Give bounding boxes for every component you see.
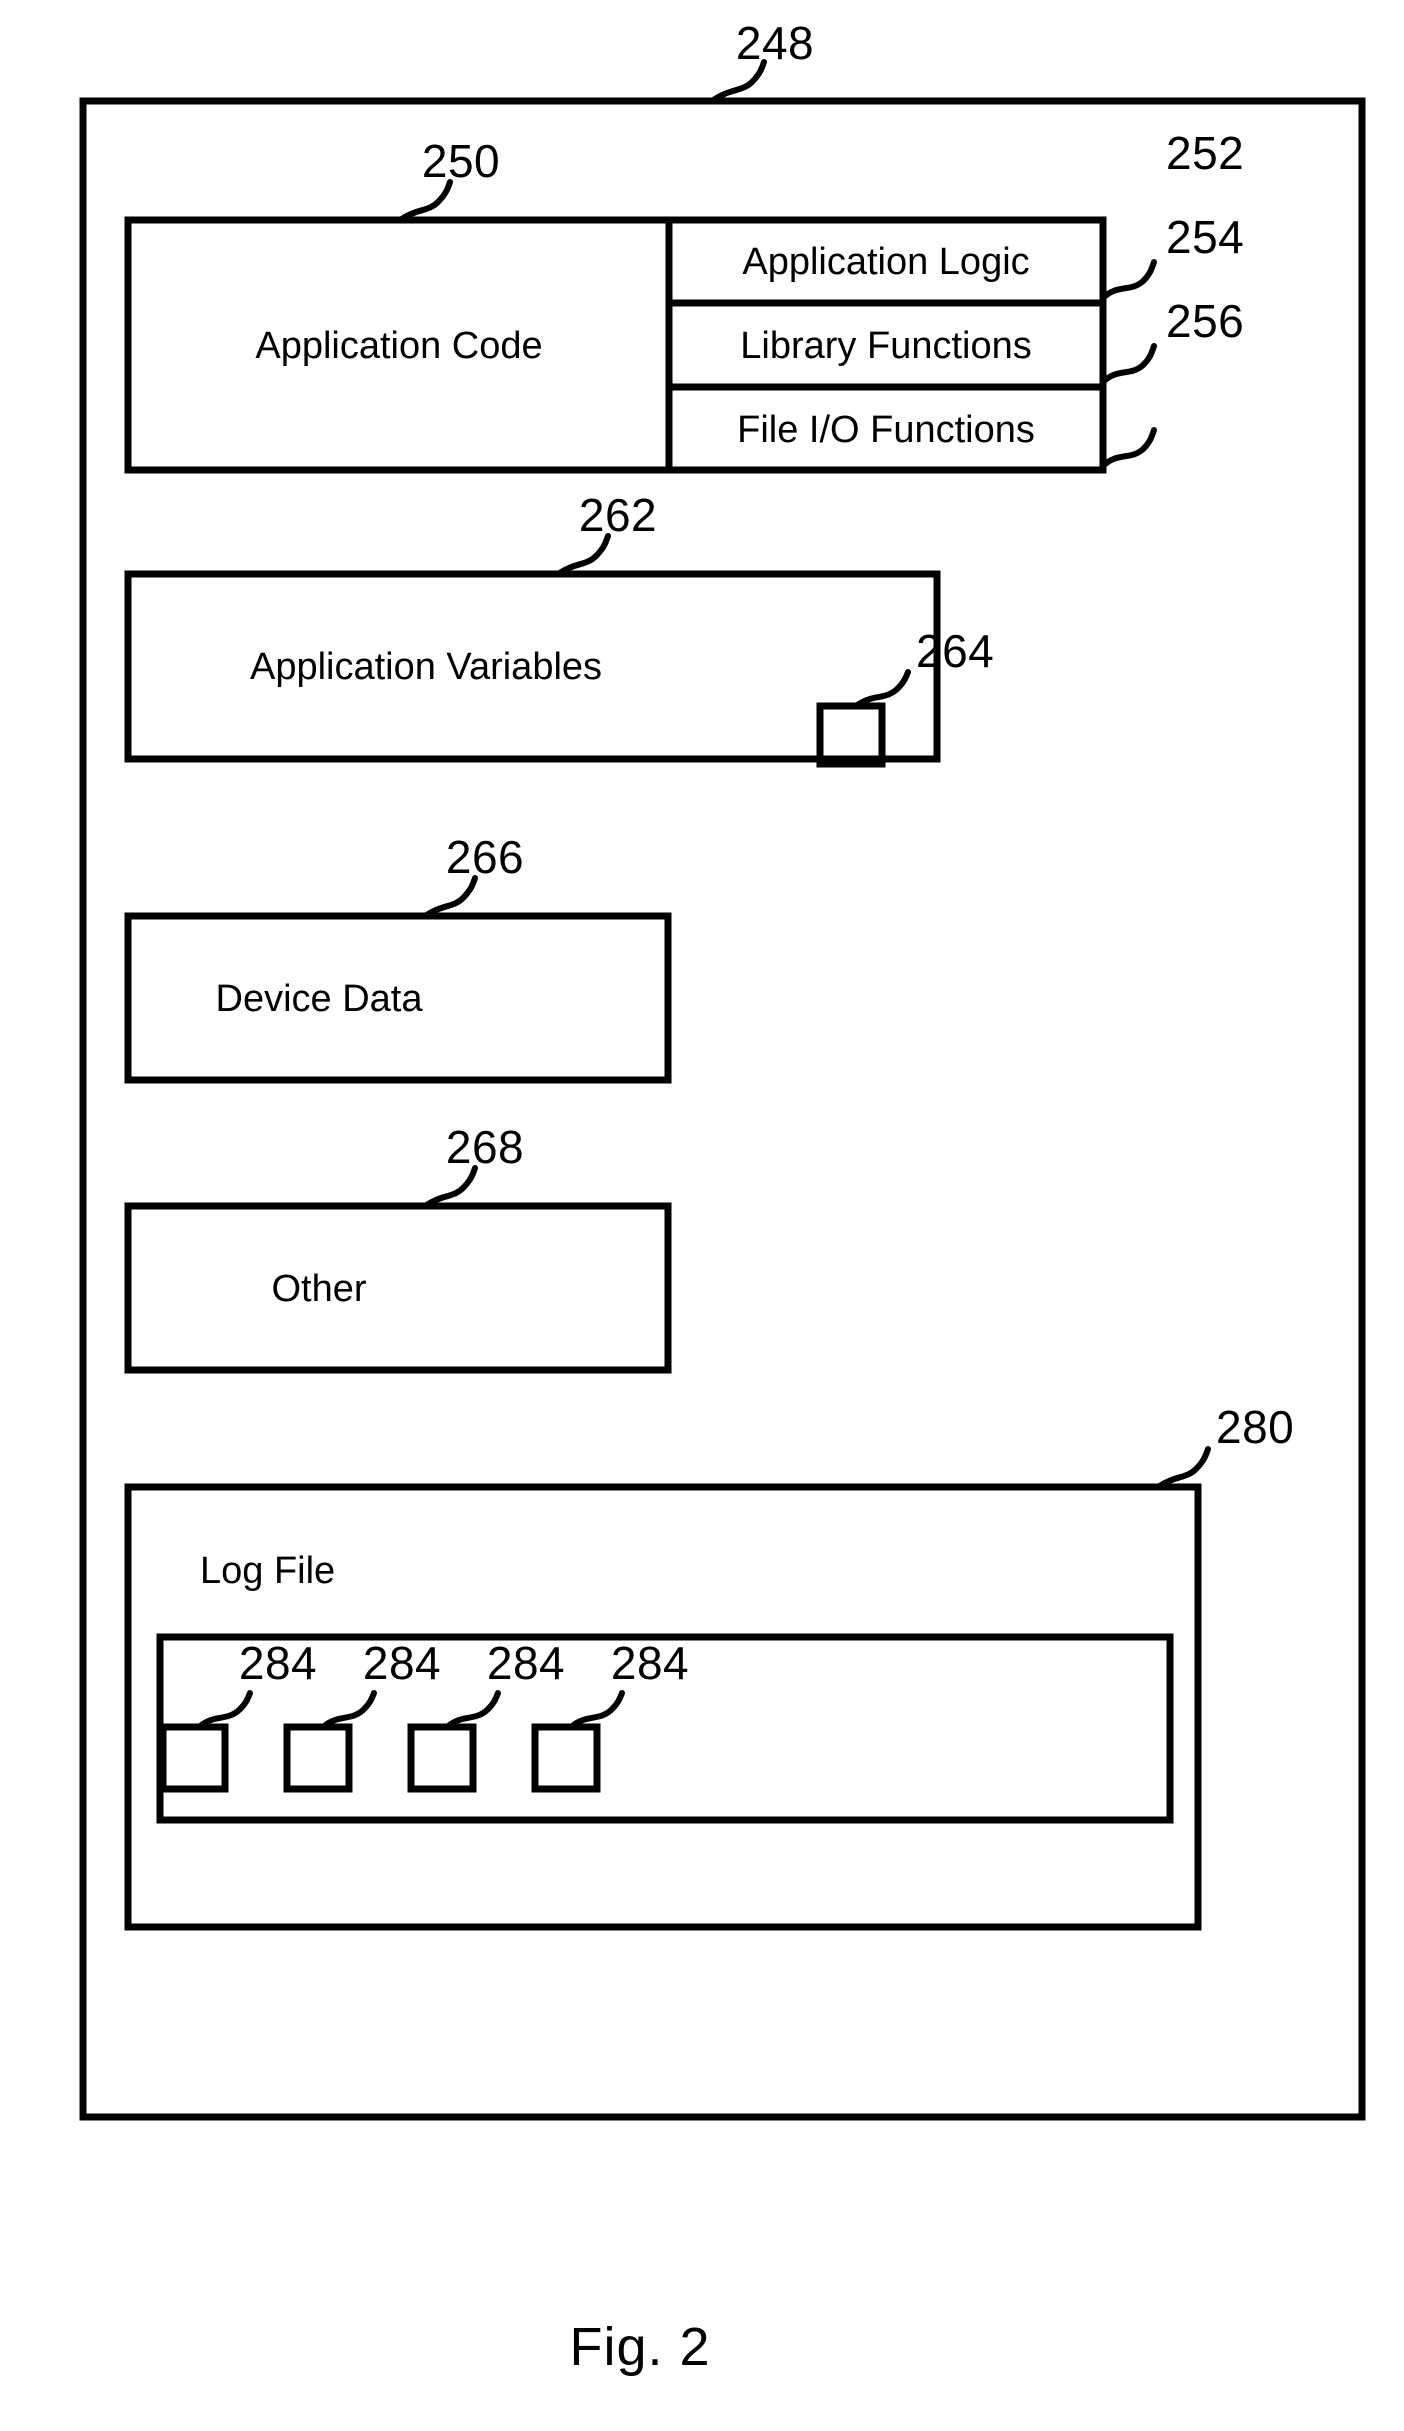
ref-numeral-248: 248	[735, 17, 815, 69]
ref-numeral-268: 268	[445, 1121, 525, 1173]
log-entry-square-1	[159, 1723, 229, 1793]
leader-262	[555, 533, 611, 577]
log-entry-square-2	[283, 1723, 353, 1793]
ref-numeral-280: 280	[1216, 1401, 1295, 1453]
application-logic-label: Application Logic	[742, 241, 1030, 283]
log-entry-square-4	[531, 1723, 601, 1793]
ref-numeral-266: 266	[445, 831, 525, 883]
ref-numeral-262: 262	[578, 489, 658, 541]
library-functions-label: Library Functions	[740, 325, 1032, 367]
leader-284-3	[444, 1690, 501, 1730]
log-file-label: Log File	[200, 1550, 336, 1592]
ref-numeral-284-1: 284	[238, 1637, 318, 1689]
leader-252	[1100, 259, 1157, 301]
leader-284-4	[568, 1690, 625, 1730]
ref-numeral-254: 254	[1166, 211, 1245, 263]
leader-280	[1155, 1446, 1211, 1490]
ref-numeral-284-3: 284	[486, 1637, 566, 1689]
leader-264	[853, 669, 911, 709]
leader-266	[422, 875, 478, 919]
other-rect	[124, 1202, 672, 1374]
other-label: Other	[271, 1268, 367, 1310]
ref-numeral-264: 264	[916, 625, 995, 677]
patent-figure: 248 250 Application Code Application Log…	[0, 0, 1404, 2431]
leader-256	[1100, 427, 1157, 469]
application-variables-inner-square-264	[816, 702, 886, 768]
leader-284-1	[196, 1690, 253, 1730]
figure-caption: Fig. 2	[569, 2317, 711, 2377]
leader-284-2	[320, 1690, 377, 1730]
file-io-functions-label: File I/O Functions	[737, 409, 1035, 451]
leader-254	[1100, 343, 1157, 385]
figure-linework	[79, 59, 1366, 2121]
application-code-label: Application Code	[255, 325, 543, 367]
leader-268	[422, 1165, 478, 1209]
ref-numeral-252: 252	[1166, 127, 1245, 179]
leader-250	[397, 179, 453, 223]
ref-numeral-284-4: 284	[610, 1637, 690, 1689]
device-data-label: Device Data	[215, 978, 423, 1020]
ref-numeral-250: 250	[421, 135, 501, 187]
ref-numeral-256: 256	[1166, 295, 1245, 347]
ref-numeral-284-2: 284	[362, 1637, 442, 1689]
log-entry-square-3	[407, 1723, 477, 1793]
application-variables-label: Application Variables	[249, 646, 603, 688]
